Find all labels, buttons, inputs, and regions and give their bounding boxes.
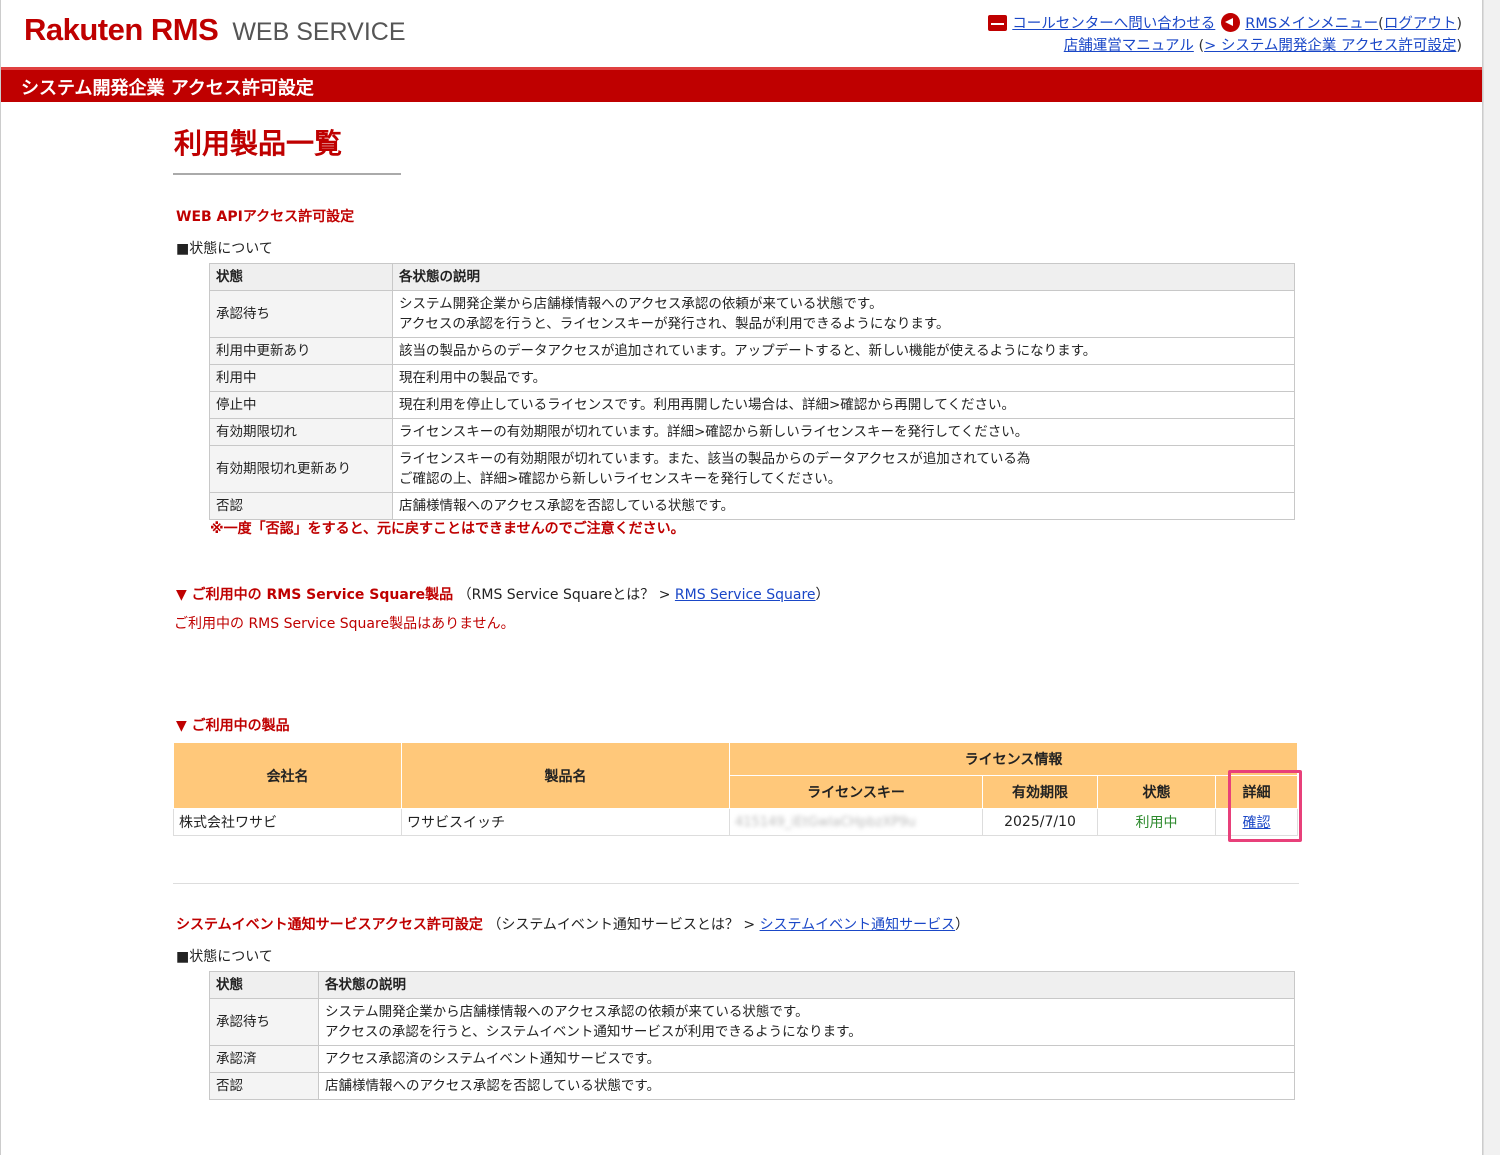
event-status-table: 状態 各状態の説明 承認待ち システム開発企業から店舗様情報へのアクセス承認の依頼… xyxy=(209,971,1295,1100)
desc-line: ライセンスキーの有効期限が切れています。また、該当の製品からのデータアクセスが追… xyxy=(399,451,1031,467)
desc-cell: システム開発企業から店舗様情報へのアクセス承認の依頼が来ている状態です。アクセス… xyxy=(318,998,1295,1046)
col-status: 状態 xyxy=(1097,775,1216,809)
event-about-prefix: （システムイベント通知サービスとは？ > xyxy=(487,917,760,933)
col-company: 会社名 xyxy=(173,742,402,809)
license-key-cell: 415149_iEtGwlaCHpbzXP9u xyxy=(729,808,983,836)
desc-cell: アクセス承認済のシステムイベント通知サービスです。 xyxy=(318,1045,1295,1073)
table-row: 利用中 現在利用中の製品です。 xyxy=(209,364,1295,392)
section-title-bar: システム開発企業 アクセス許可設定 xyxy=(1,67,1482,102)
desc-cell: 現在利用を停止しているライセンスです。利用再開したい場合は、詳細>確認から再開し… xyxy=(392,391,1295,419)
state-cell: 停止中 xyxy=(209,391,393,419)
table-row: 有効期限切れ更新あり ライセンスキーの有効期限が切れています。また、該当の製品から… xyxy=(209,445,1295,493)
expiry-cell: 2025/7/10 xyxy=(982,808,1098,836)
table-row: 利用中更新あり 該当の製品からのデータアクセスが追加されています。アップデートする… xyxy=(209,337,1295,365)
state-cell: 否認 xyxy=(209,1072,319,1100)
logout-link[interactable]: ログアウト xyxy=(1384,16,1457,32)
desc-cell: ライセンスキーの有効期限が切れています。また、該当の製品からのデータアクセスが追… xyxy=(392,445,1295,493)
webapi-heading: WEB APIアクセス許可設定 xyxy=(176,209,355,225)
col-state: 状態 xyxy=(209,263,393,291)
square-heading-line: ▼ ご利用中の RMS Service Square製品 （RMS Servic… xyxy=(176,584,830,604)
col-state: 状態 xyxy=(209,971,319,999)
table-row: 否認 店舗様情報へのアクセス承認を否認している状態です。 xyxy=(209,1072,1295,1100)
square-about-suffix: ） xyxy=(815,587,830,603)
col-license-key: ライセンスキー xyxy=(729,775,983,809)
state-cell: 承認済 xyxy=(209,1045,319,1073)
col-license-info: ライセンス情報 xyxy=(729,742,1298,776)
manual-access-link[interactable]: > システム開発企業 アクセス許可設定 xyxy=(1204,38,1456,54)
license-key-value: 415149_iEtGwlaCHpbzXP9u xyxy=(735,815,916,830)
event-heading-line: システムイベント通知サービスアクセス許可設定 （システムイベント通知サービスとは… xyxy=(176,914,969,934)
rakuten-rms-logo[interactable]: Rakuten RMS WEB SERVICE xyxy=(24,12,406,48)
table-row: 否認 店舗様情報へのアクセス承認を否認している状態です。 xyxy=(209,492,1295,520)
event-about-suffix: ） xyxy=(955,917,970,933)
square-empty-message: ご利用中の RMS Service Square製品はありません。 xyxy=(174,616,515,632)
table-row: 有効期限切れ ライセンスキーの有効期限が切れています。詳細>確認から新しいライセン… xyxy=(209,418,1295,446)
title-underline xyxy=(173,173,401,175)
event-service-link[interactable]: システムイベント通知サービス xyxy=(760,917,956,933)
webapi-status-label: ■状態について xyxy=(176,241,273,257)
square-about-prefix: （RMS Service Squareとは？ > xyxy=(457,587,675,603)
square-heading: ▼ ご利用中の RMS Service Square製品 xyxy=(176,587,454,603)
products-heading: ▼ ご利用中の製品 xyxy=(176,718,290,734)
rms-service-square-link[interactable]: RMS Service Square xyxy=(675,587,816,603)
page-title: 利用製品一覧 xyxy=(174,127,343,160)
logo-brand: Rakuten RMS xyxy=(24,12,219,47)
detail-highlight-box xyxy=(1228,770,1302,842)
manual-link[interactable]: 店舗運営マニュアル xyxy=(1064,38,1194,54)
desc-cell: 店舗様情報へのアクセス承認を否認している状態です。 xyxy=(392,492,1295,520)
desc-line: アクセスの承認を行うと、ライセンスキーが発行され、製品が利用できるようになります… xyxy=(399,316,950,332)
webapi-status-table: 状態 各状態の説明 承認待ち システム開発企業から店舗様情報へのアクセス承認の依頼… xyxy=(209,263,1295,520)
desc-line: システム開発企業から店舗様情報へのアクセス承認の依頼が来ている状態です。 xyxy=(325,1004,809,1020)
callcenter-link[interactable]: コールセンターへ問い合わせる xyxy=(1012,16,1215,32)
desc-line: ご確認の上、詳細>確認から新しいライセンスキーを発行してください。 xyxy=(399,471,842,487)
col-product: 製品名 xyxy=(401,742,730,809)
desc-line: システム開発企業から店舗様情報へのアクセス承認の依頼が来ている状態です。 xyxy=(399,296,883,312)
desc-cell: ライセンスキーの有効期限が切れています。詳細>確認から新しいライセンスキーを発行… xyxy=(392,418,1295,446)
desc-line: アクセスの承認を行うと、システムイベント通知サービスが利用できるようになります。 xyxy=(325,1024,862,1040)
state-cell: 利用中 xyxy=(209,364,393,392)
section-title: システム開発企業 アクセス許可設定 xyxy=(21,78,314,99)
table-row: 承認待ち システム開発企業から店舗様情報へのアクセス承認の依頼が来ている状態です。… xyxy=(209,290,1295,338)
mail-icon xyxy=(988,15,1008,31)
products-table: 会社名 製品名 ライセンス情報 ライセンスキー 有効期限 状態 詳細 株式会社ワ… xyxy=(173,742,1298,836)
event-status-label: ■状態について xyxy=(176,949,273,965)
state-cell: 有効期限切れ xyxy=(209,418,393,446)
state-cell: 承認待ち xyxy=(209,290,393,338)
product-cell: ワサビスイッチ xyxy=(401,808,730,836)
desc-cell: システム開発企業から店舗様情報へのアクセス承認の依頼が来ている状態です。アクセス… xyxy=(392,290,1295,338)
back-arrow-icon xyxy=(1221,13,1241,32)
desc-cell: 該当の製品からのデータアクセスが追加されています。アップデートすると、新しい機能… xyxy=(392,337,1295,365)
state-cell: 否認 xyxy=(209,492,393,520)
state-cell: 利用中更新あり xyxy=(209,337,393,365)
desc-cell: 現在利用中の製品です。 xyxy=(392,364,1295,392)
status-cell: 利用中 xyxy=(1097,808,1216,836)
deny-warning: ※一度「否認」をすると、元に戻すことはできませんのでご注意ください。 xyxy=(210,521,685,537)
vertical-scrollbar[interactable] xyxy=(1483,0,1500,1155)
rms-main-menu-link[interactable]: RMSメインメニュー xyxy=(1245,16,1378,32)
col-expiry: 有効期限 xyxy=(982,775,1098,809)
table-row: 承認済 アクセス承認済のシステムイベント通知サービスです。 xyxy=(209,1045,1295,1073)
col-desc: 各状態の説明 xyxy=(392,263,1295,291)
state-cell: 有効期限切れ更新あり xyxy=(209,445,393,493)
desc-cell: 店舗様情報へのアクセス承認を否認している状態です。 xyxy=(318,1072,1295,1100)
event-heading: システムイベント通知サービスアクセス許可設定 xyxy=(176,917,483,933)
table-row: 停止中 現在利用を停止しているライセンスです。利用再開したい場合は、詳細>確認から… xyxy=(209,391,1295,419)
table-row: 承認待ち システム開発企業から店舗様情報へのアクセス承認の依頼が来ている状態です。… xyxy=(209,998,1295,1046)
logo-service: WEB SERVICE xyxy=(232,18,406,46)
company-cell: 株式会社ワサビ xyxy=(173,808,402,836)
header-links: コールセンターへ問い合わせる RMSメインメニュー(ログアウト) 店舗運営マニュア… xyxy=(988,13,1462,57)
table-row: 株式会社ワサビ ワサビスイッチ 415149_iEtGwlaCHpbzXP9u … xyxy=(173,808,1298,836)
section-divider xyxy=(173,883,1299,884)
col-desc: 各状態の説明 xyxy=(318,971,1295,999)
state-cell: 承認待ち xyxy=(209,998,319,1046)
